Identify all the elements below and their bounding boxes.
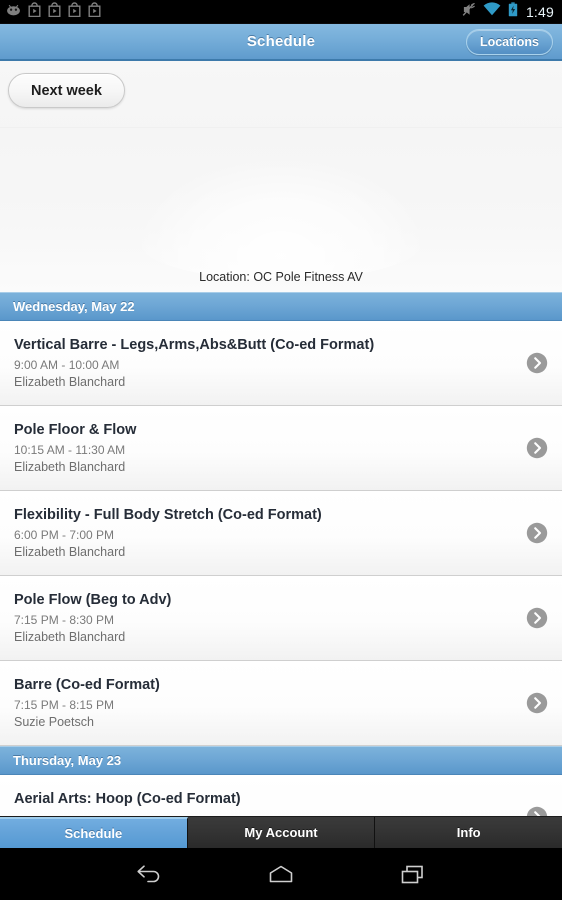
schedule-list[interactable]: Wednesday, May 22 Vertical Barre - Legs,… (0, 292, 562, 816)
home-icon[interactable] (256, 854, 306, 894)
chevron-right-icon[interactable] (526, 437, 548, 459)
tab-info-label: Info (456, 825, 481, 840)
class-time: 7:15 PM - 8:15 PM (14, 698, 115, 712)
class-time: 7:15 PM - 8:30 PM (14, 613, 115, 627)
back-icon[interactable] (124, 854, 174, 894)
chevron-right-icon[interactable] (526, 692, 548, 714)
schedule-header-area: Next week Location: OC Pole Fitness AV (0, 61, 562, 292)
tab-schedule-label: Schedule (64, 826, 123, 841)
class-list-item[interactable]: Vertical Barre - Legs,Arms,Abs&Butt (Co-… (0, 321, 562, 406)
header-divider (0, 127, 562, 128)
class-time: 9:00 AM - 10:00 AM (14, 358, 120, 372)
device-screen: 1:49 Schedule Locations Next week Locati… (0, 0, 562, 900)
page-title: Schedule (246, 33, 316, 50)
class-list-item[interactable]: Aerial Arts: Hoop (Co-ed Format) (0, 775, 562, 816)
class-list-item[interactable]: Flexibility - Full Body Stretch (Co-ed F… (0, 491, 562, 576)
class-title: Barre (Co-ed Format) (14, 677, 160, 693)
class-instructor: Elizabeth Blanchard (14, 630, 126, 644)
class-instructor: Elizabeth Blanchard (14, 460, 126, 474)
next-week-button[interactable]: Next week (8, 73, 125, 108)
chevron-right-icon[interactable] (526, 806, 548, 816)
class-list-item[interactable]: Pole Flow (Beg to Adv) 7:15 PM - 8:30 PM… (0, 576, 562, 661)
status-bar-right-icons: 1:49 (461, 1, 554, 22)
class-instructor: Elizabeth Blanchard (14, 375, 126, 389)
studio-logo-watermark (141, 160, 421, 280)
chevron-right-icon[interactable] (526, 352, 548, 374)
class-instructor: Suzie Poetsch (14, 715, 94, 729)
chevron-right-icon[interactable] (526, 607, 548, 629)
class-title: Pole Flow (Beg to Adv) (14, 592, 172, 608)
chevron-right-icon[interactable] (526, 522, 548, 544)
tab-my-account[interactable]: My Account (187, 817, 376, 848)
class-instructor: Elizabeth Blanchard (14, 545, 126, 559)
status-bar-clock: 1:49 (525, 3, 554, 20)
android-robot-icon (6, 3, 21, 21)
play-store-icon (28, 1, 41, 22)
day-header: Thursday, May 23 (0, 746, 562, 775)
class-list-item[interactable]: Barre (Co-ed Format) 7:15 PM - 8:15 PM S… (0, 661, 562, 746)
battery-charging-icon (508, 1, 518, 22)
bottom-tab-bar: Schedule My Account Info (0, 816, 562, 848)
recents-icon[interactable] (388, 854, 438, 894)
wifi-icon (483, 2, 501, 21)
class-title: Flexibility - Full Body Stretch (Co-ed F… (14, 507, 322, 523)
play-store-icon (68, 1, 81, 22)
locations-button-label: Locations (479, 35, 539, 49)
next-week-button-label: Next week (31, 82, 102, 99)
tab-my-account-label: My Account (244, 825, 318, 840)
play-store-icon (88, 1, 101, 22)
class-title: Vertical Barre - Legs,Arms,Abs&Butt (Co-… (14, 337, 375, 353)
day-header: Wednesday, May 22 (0, 292, 562, 321)
status-bar-left-icons (6, 1, 101, 22)
locations-button[interactable]: Locations (465, 29, 553, 55)
class-list-item[interactable]: Pole Floor & Flow 10:15 AM - 11:30 AM El… (0, 406, 562, 491)
class-title: Aerial Arts: Hoop (Co-ed Format) (14, 791, 241, 807)
play-store-icon (48, 1, 61, 22)
class-time: 10:15 AM - 11:30 AM (14, 443, 126, 457)
location-label: Location: OC Pole Fitness AV (199, 270, 363, 284)
android-navigation-bar (0, 848, 562, 900)
status-bar: 1:49 (0, 0, 562, 24)
tab-schedule[interactable]: Schedule (0, 817, 188, 848)
mute-icon (461, 2, 476, 22)
title-bar: Schedule Locations (0, 24, 562, 61)
class-time: 6:00 PM - 7:00 PM (14, 528, 115, 542)
class-title: Pole Floor & Flow (14, 422, 137, 438)
tab-info[interactable]: Info (375, 817, 562, 848)
